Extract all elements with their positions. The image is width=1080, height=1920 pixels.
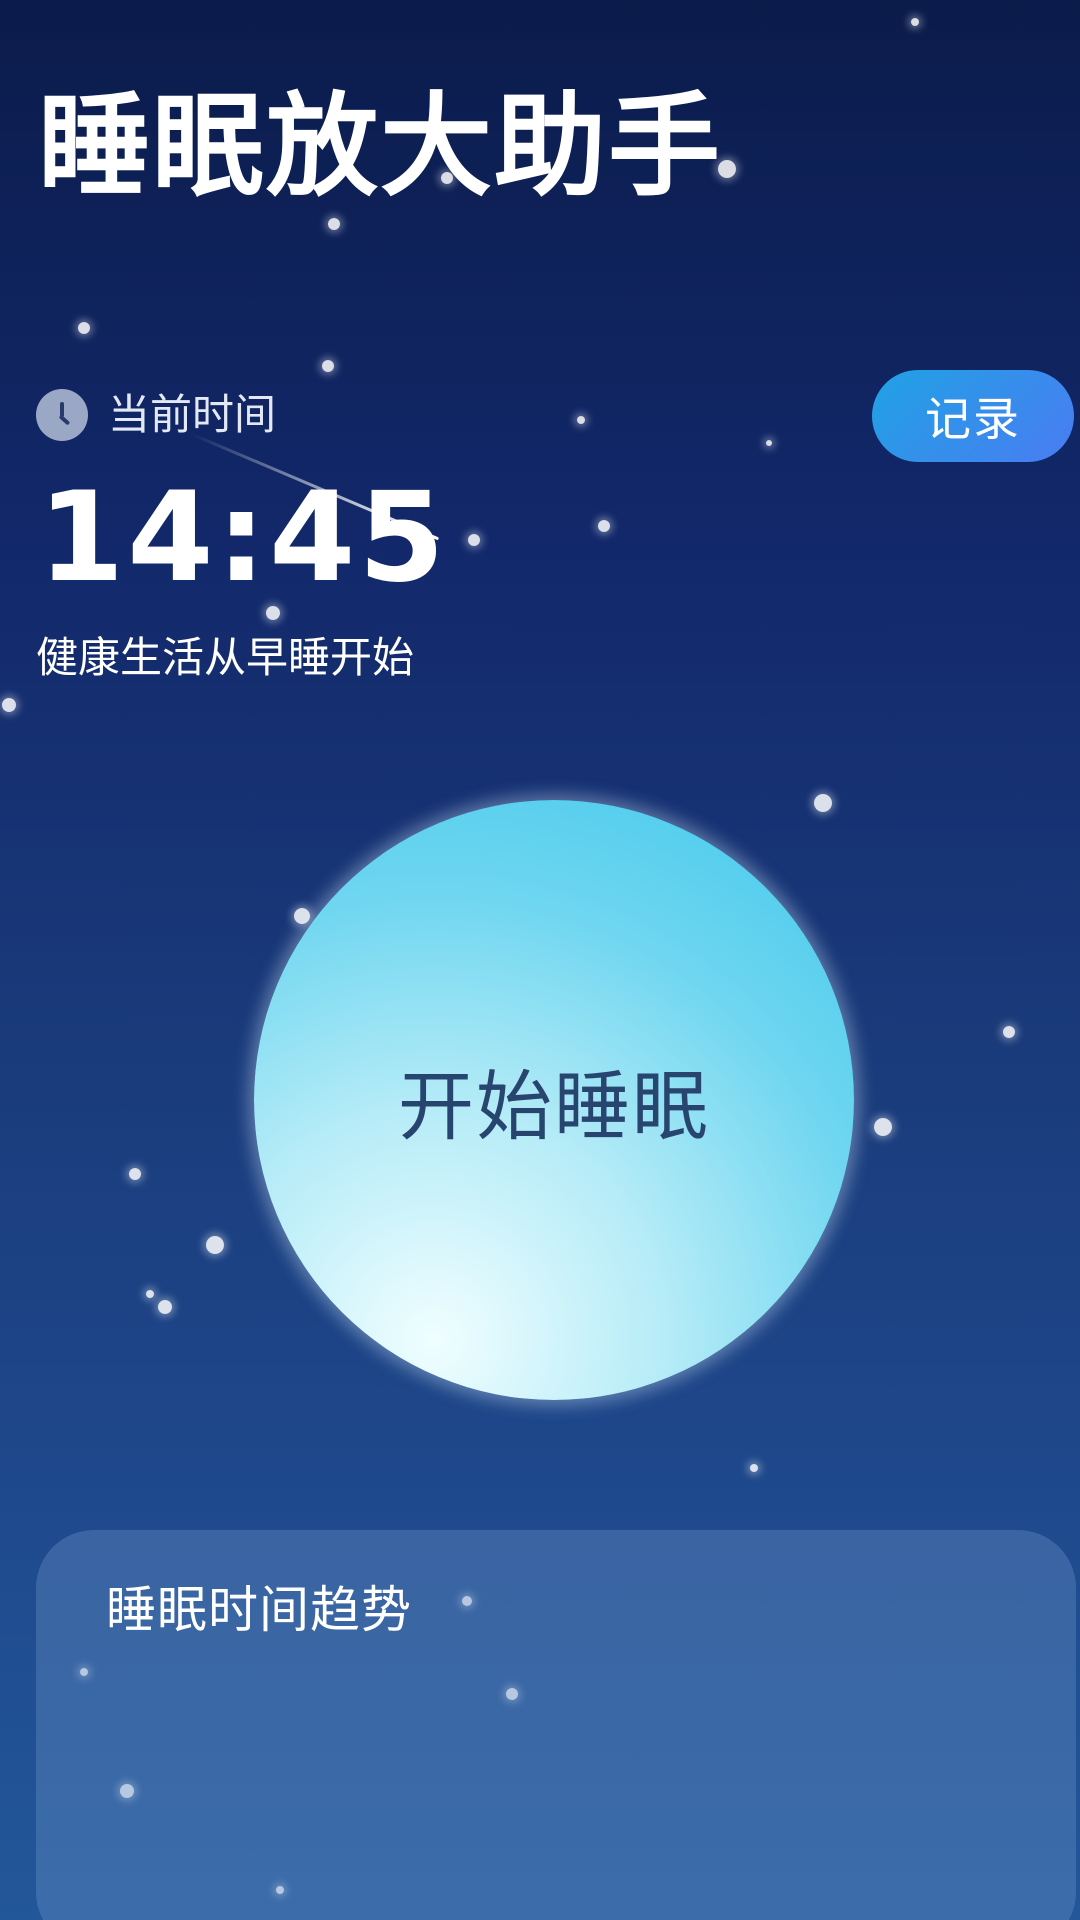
app-title: 睡眠放大助手: [38, 82, 722, 212]
clock-icon: [36, 389, 88, 441]
star: [814, 794, 832, 812]
star: [598, 520, 610, 532]
star: [577, 416, 585, 424]
star: [468, 534, 480, 546]
star: [78, 322, 90, 334]
star: [206, 1236, 224, 1254]
star: [874, 1118, 892, 1136]
current-time-value: 14:45: [38, 466, 448, 610]
sleep-trend-card: 睡眠时间趋势: [36, 1530, 1076, 1920]
record-button[interactable]: 记录: [872, 370, 1074, 462]
star: [1003, 1026, 1015, 1038]
star: [294, 908, 310, 924]
star: [2, 698, 16, 712]
sleep-app-screen: 睡眠放大助手 当前时间 14:45 健康生活从早睡开始 记录 开始睡眠 睡眠时间…: [0, 0, 1080, 1920]
current-time-label: 当前时间: [108, 390, 277, 439]
star: [129, 1168, 141, 1180]
star: [750, 1464, 758, 1472]
start-sleep-label: 开始睡眠: [398, 1062, 710, 1151]
current-time-header: 当前时间: [36, 389, 276, 441]
star: [158, 1300, 172, 1314]
slogan-text: 健康生活从早睡开始: [36, 633, 415, 682]
star: [328, 218, 340, 230]
star: [911, 18, 919, 26]
star: [766, 440, 772, 446]
star: [146, 1290, 154, 1298]
sleep-trend-title: 睡眠时间趋势: [106, 1581, 412, 1639]
start-sleep-button[interactable]: 开始睡眠: [254, 800, 854, 1400]
star: [322, 360, 334, 372]
